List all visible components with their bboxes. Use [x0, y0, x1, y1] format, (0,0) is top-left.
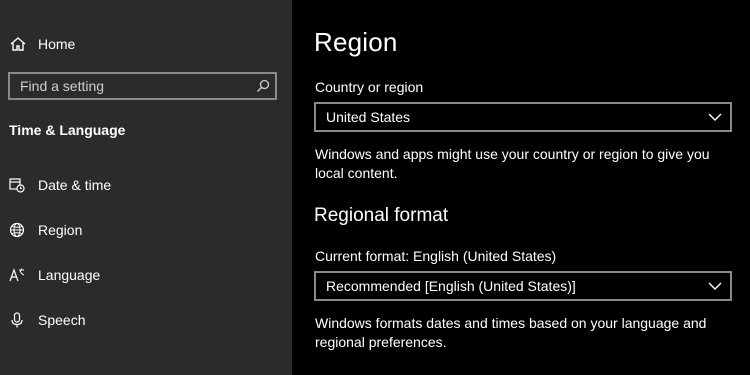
sidebar-item-label: Speech [38, 312, 86, 328]
country-dropdown[interactable]: United States [314, 102, 732, 132]
section-title: Time & Language [9, 122, 126, 138]
sidebar-item-date-time[interactable]: Date & time [0, 167, 292, 203]
chevron-down-icon [708, 113, 722, 121]
sidebar-item-speech[interactable]: Speech [0, 302, 292, 338]
home-icon [10, 37, 26, 51]
format-description: Windows formats dates and times based on… [315, 315, 707, 350]
current-format-label: Current format: English (United States) [315, 248, 557, 264]
language-icon [9, 268, 25, 282]
calendar-clock-icon [9, 178, 25, 193]
sidebar-item-region[interactable]: Region [0, 212, 292, 248]
main-content: Region Country or region United States W… [292, 0, 750, 375]
sidebar-item-label: Region [38, 222, 83, 238]
page-title: Region [314, 27, 398, 57]
microphone-icon [11, 312, 23, 328]
sidebar: Home Time & Language Date & time Region [0, 0, 292, 375]
search-box[interactable] [8, 72, 277, 100]
country-description: Windows and apps might use your country … [315, 146, 710, 181]
regional-format-heading: Regional format [314, 205, 449, 226]
country-value: United States [326, 109, 411, 125]
sidebar-item-language[interactable]: Language [0, 257, 292, 293]
home-nav-item[interactable]: Home [0, 28, 292, 60]
sidebar-item-label: Date & time [38, 177, 112, 193]
format-value: Recommended [English (United States)] [326, 278, 576, 294]
sidebar-item-label: Language [38, 267, 101, 283]
chevron-down-icon [708, 282, 722, 290]
regional-format-dropdown[interactable]: Recommended [English (United States)] [314, 271, 732, 301]
search-icon[interactable] [256, 79, 270, 93]
home-label: Home [38, 36, 76, 52]
search-input[interactable] [10, 74, 240, 98]
country-label: Country or region [315, 79, 424, 95]
globe-icon [9, 222, 25, 238]
